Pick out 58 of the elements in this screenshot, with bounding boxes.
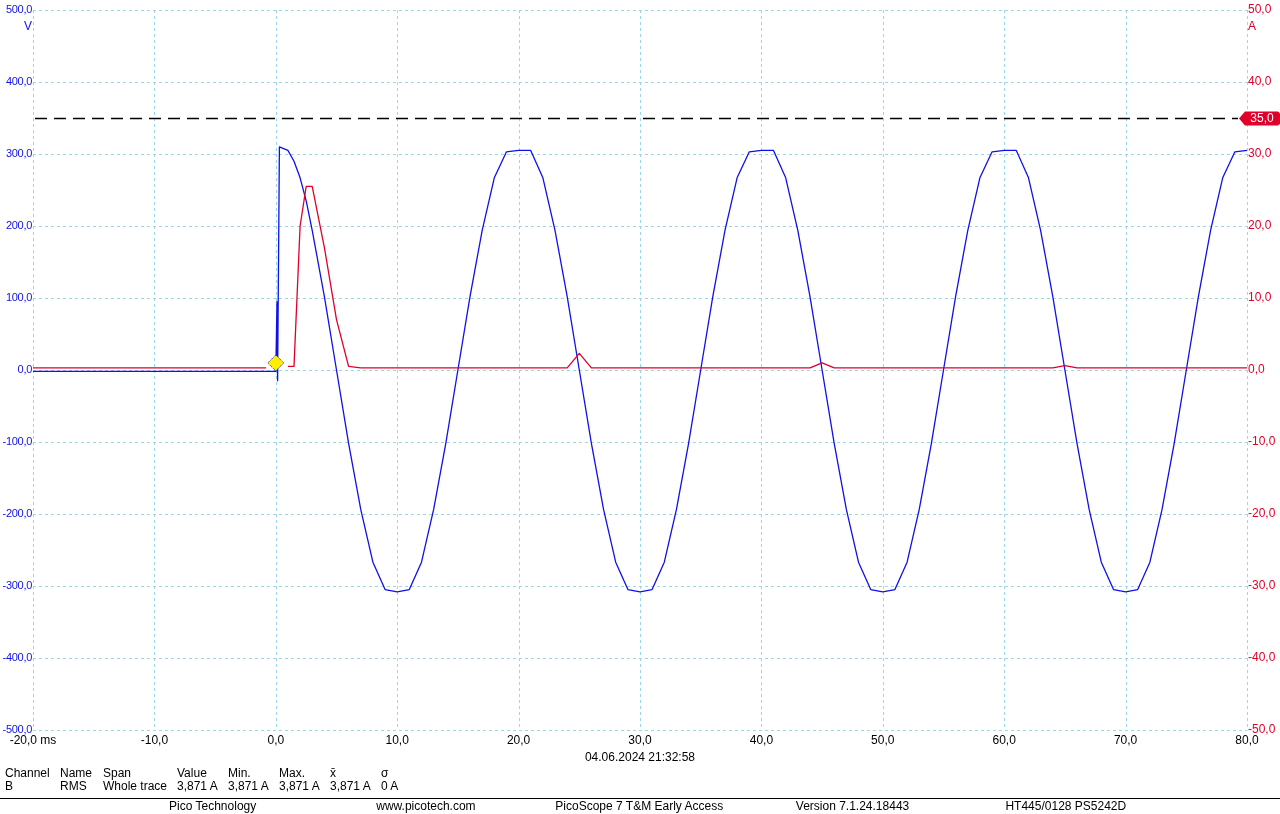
table-cell-text: 3,871 A (177, 780, 219, 793)
axis-tick-label: -100,0 (2, 434, 32, 447)
table-cell-text: Whole trace (103, 780, 169, 793)
axis-tick-label: 40,0 (749, 733, 774, 748)
column-header: Max. (279, 767, 306, 780)
axis-tick-label: -40,0 (1248, 650, 1276, 665)
column-header: σ (381, 767, 390, 780)
axis-tick-label: -30,0 (1248, 578, 1276, 593)
table-cell-text: B (5, 780, 14, 793)
axis-tick-label: 200,0 (5, 218, 32, 231)
axis-tick-label: 0,0 (17, 362, 32, 375)
column-header: Name (60, 767, 93, 780)
axis-tick-label: -300,0 (2, 578, 32, 591)
status-text: PicoScope 7 T&M Early Access (554, 799, 725, 814)
column-header: Channel (5, 767, 51, 780)
axis-tick-label: -10,0 (140, 733, 169, 748)
table-cell-text: RMS (60, 780, 88, 793)
axis-tick-label: -200,0 (2, 506, 32, 519)
axis-tick-label: 50,0 (1248, 2, 1272, 17)
axis-tick-label: 50,0 (871, 733, 895, 748)
threshold-marker[interactable]: 35,0 (1239, 111, 1280, 126)
axis-tick-label: -400,0 (2, 650, 32, 663)
axis-tick-label: 20,0 (1248, 218, 1272, 233)
axis-tick-label: -500,0 (2, 722, 32, 735)
table-cell-text: 3,871 A (279, 780, 321, 793)
axis-tick-label: 30,0 (1248, 146, 1272, 161)
status-text: www.picotech.com (375, 799, 477, 814)
axis-tick-label: 40,0 (1248, 74, 1272, 89)
axis-tick-label: 100,0 (5, 290, 32, 303)
axis-tick-label: 20,0 (506, 733, 531, 748)
axis-tick-label: 60,0 (992, 733, 1016, 748)
axis-tick-label: 10,0 (385, 733, 409, 748)
axis-tick-label: -20,0 (1248, 506, 1276, 521)
axis-tick-label: 0,0 (267, 733, 285, 748)
axis-unit-label: A (1248, 19, 1256, 34)
ref-line-label: 35,0 (1250, 111, 1274, 126)
table-cell-text: 3,871 A (330, 780, 372, 793)
table-cell-text: 0 A (381, 780, 400, 793)
axis-unit-label: V (24, 19, 32, 34)
table-cell-text: 3,871 A (228, 780, 270, 793)
axis-tick-label: 30,0 (628, 733, 652, 748)
axis-tick-label: -20,0 ms (9, 733, 57, 748)
status-text: Version 7.1.24.18443 (794, 799, 911, 814)
status-text: Pico Technology (168, 799, 258, 814)
column-header: Min. (228, 767, 252, 780)
axis-tick-label: 10,0 (1248, 290, 1272, 305)
capture-timestamp: 04.06.2024 21:32:58 (584, 750, 696, 765)
axis-tick-label: 0,0 (1248, 362, 1265, 377)
status-text: HT445/0128 PS5242D (1004, 799, 1128, 814)
column-header: Value (177, 767, 208, 780)
axis-tick-label: 500,0 (5, 2, 32, 15)
axis-tick-label: 70,0 (1113, 733, 1138, 748)
column-header: Span (103, 767, 133, 780)
axis-tick-label: -10,0 (1248, 434, 1276, 449)
axis-tick-label: 400,0 (5, 74, 32, 87)
trigger-diamond-icon[interactable] (267, 354, 285, 372)
column-header: x̄ (330, 767, 337, 780)
axis-tick-label: 300,0 (5, 146, 32, 159)
